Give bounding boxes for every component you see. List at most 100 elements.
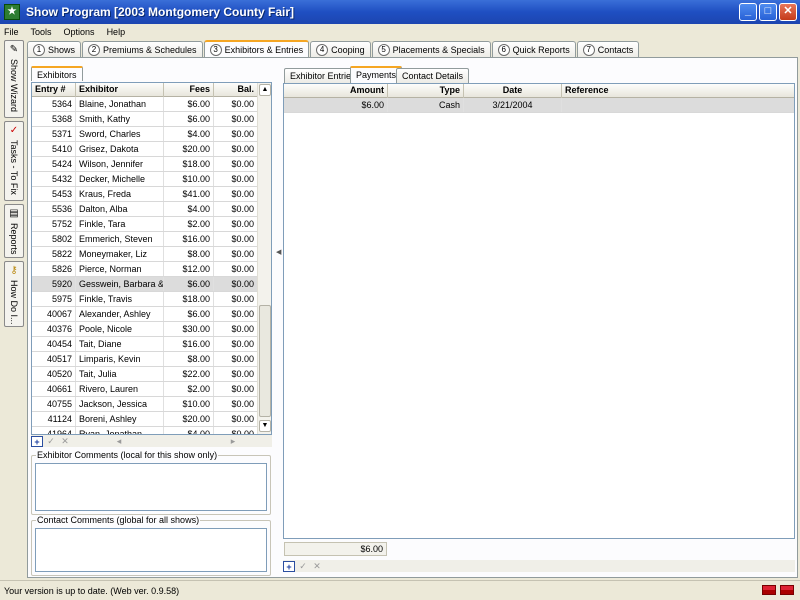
exhibitor-name: Gesswein, Barbara & G (76, 277, 164, 291)
tab-shows[interactable]: 1 Shows (27, 41, 82, 58)
tab-payments[interactable]: Payments (350, 66, 403, 83)
confirm-icon[interactable]: ✓ (45, 436, 57, 447)
exhibitor-row[interactable]: 5368 Smith, Kathy $6.00 $0.00 (32, 112, 258, 127)
menu-file[interactable]: File (4, 27, 19, 37)
exhibitor-row[interactable]: 5826 Pierce, Norman $12.00 $0.00 (32, 262, 258, 277)
cancel-payment-icon[interactable]: ✕ (311, 561, 323, 572)
entry-number: 5920 (32, 277, 76, 291)
exhibitor-row[interactable]: 41124 Boreni, Ashley $20.00 $0.00 (32, 412, 258, 427)
exhibitor-fees: $2.00 (164, 217, 214, 231)
exhibitor-row[interactable]: 40454 Tait, Diane $16.00 $0.00 (32, 337, 258, 352)
exhibitor-fees: $4.00 (164, 427, 214, 434)
exhibitor-row[interactable]: 5975 Finkle, Travis $18.00 $0.00 (32, 292, 258, 307)
tab-cooping[interactable]: 4 Cooping (310, 41, 371, 58)
scroll-right-icon[interactable]: ▸ (227, 436, 239, 447)
menu-options[interactable]: Options (64, 27, 95, 37)
exhibitor-name: Rivero, Lauren (76, 382, 164, 396)
contact-comments-input[interactable] (35, 528, 267, 572)
menu-tools[interactable]: Tools (31, 27, 52, 37)
exhibitor-balance: $0.00 (214, 247, 258, 261)
exhibitor-row[interactable]: 5371 Sword, Charles $4.00 $0.00 (32, 127, 258, 142)
exhibitor-comments-input[interactable] (35, 463, 267, 511)
confirm-payment-icon[interactable]: ✓ (297, 561, 309, 572)
entry-number: 5371 (32, 127, 76, 141)
exhibitor-row[interactable]: 41964 Ryan, Jonathan $4.00 $0.00 (32, 427, 258, 434)
exhibitor-row[interactable]: 5822 Moneymaker, Liz $8.00 $0.00 (32, 247, 258, 262)
scroll-thumb[interactable] (259, 305, 271, 417)
side-tool-reports[interactable]: ▤ Reports (4, 204, 24, 258)
exhibitor-row[interactable]: 40376 Poole, Nicole $30.00 $0.00 (32, 322, 258, 337)
exhibitor-name: Grisez, Dakota (76, 142, 164, 156)
exhibitor-name: Blaine, Jonathan (76, 97, 164, 111)
exhibitor-fees: $20.00 (164, 412, 214, 426)
exhibitor-row[interactable]: 5410 Grisez, Dakota $20.00 $0.00 (32, 142, 258, 157)
contact-comments-group: Contact Comments (global for all shows) (31, 515, 271, 576)
side-tool-how-do-i[interactable]: ⚷ How Do I... (4, 261, 24, 327)
tab-exhibitors-entries[interactable]: 3 Exhibitors & Entries (203, 40, 310, 58)
exhibitor-row[interactable]: 5364 Blaine, Jonathan $6.00 $0.00 (32, 97, 258, 112)
exhibitor-row[interactable]: 5920Gesswein, Barbara & G$6.00$0.00 (32, 277, 258, 292)
exhibitor-name: Finkle, Travis (76, 292, 164, 306)
exhibitor-row[interactable]: 5453 Kraus, Freda $41.00 $0.00 (32, 187, 258, 202)
add-payment-button[interactable]: + (283, 560, 295, 572)
entry-number: 5752 (32, 217, 76, 231)
exhibitor-balance: $0.00 (214, 262, 258, 276)
title-bar[interactable]: ★ Show Program [2003 Montgomery County F… (0, 0, 800, 24)
column-type[interactable]: Type (388, 84, 464, 98)
exhibitor-row[interactable]: 40520 Tait, Julia $22.00 $0.00 (32, 367, 258, 382)
column-entry[interactable]: Entry # (32, 83, 76, 97)
exhibitor-row[interactable]: 5424 Wilson, Jennifer $18.00 $0.00 (32, 157, 258, 172)
tab-placements-specials[interactable]: 5 Placements & Specials (371, 41, 491, 58)
payment-row[interactable]: $6.00 Cash 3/21/2004 (284, 98, 794, 113)
exhibitor-row[interactable]: 5536 Dalton, Alba $4.00 $0.00 (32, 202, 258, 217)
scroll-down-icon[interactable]: ▼ (259, 420, 271, 432)
exhibitor-balance: $0.00 (214, 397, 258, 411)
exhibitor-balance: $0.00 (214, 202, 258, 216)
exhibitor-fees: $2.00 (164, 382, 214, 396)
exhibitors-nav-bar: + ✓ ✕ ◂ ▸ (31, 435, 272, 447)
scroll-up-icon[interactable]: ▲ (259, 84, 271, 96)
collapse-arrow-icon[interactable]: ◀ (276, 248, 281, 256)
side-tool-show-wizard[interactable]: ✎ Show Wizard (4, 40, 24, 118)
maximize-button[interactable]: □ (759, 3, 777, 21)
exhibitors-grid: Entry # Exhibitor Fees Bal. 5364 Blaine, … (31, 82, 272, 435)
payments-total: $6.00 (284, 542, 387, 556)
scroll-left-icon[interactable]: ◂ (113, 436, 125, 447)
tab-exhibitors[interactable]: Exhibitors (31, 66, 83, 81)
exhibitor-row[interactable]: 40067 Alexander, Ashley $6.00 $0.00 (32, 307, 258, 322)
exhibitor-balance: $0.00 (214, 157, 258, 171)
column-reference[interactable]: Reference (562, 84, 794, 98)
tab-contact-details[interactable]: Contact Details (396, 68, 470, 83)
key-icon: ⚷ (10, 265, 18, 276)
panel-splitter[interactable]: ◀ (276, 58, 281, 577)
tab-quick-reports[interactable]: 6 Quick Reports (491, 41, 576, 58)
exhibitor-name: Limparis, Kevin (76, 352, 164, 366)
exhibitor-row[interactable]: 5752 Finkle, Tara $2.00 $0.00 (32, 217, 258, 232)
minimize-button[interactable]: _ (739, 3, 757, 21)
column-date[interactable]: Date (464, 84, 562, 98)
exhibitor-row[interactable]: 40661 Rivero, Lauren $2.00 $0.00 (32, 382, 258, 397)
side-tool-tasks[interactable]: ✓ Tasks - To Fix (4, 121, 24, 201)
column-amount[interactable]: Amount (284, 84, 388, 98)
column-exhibitor[interactable]: Exhibitor (76, 83, 164, 97)
exhibitor-fees: $16.00 (164, 337, 214, 351)
exhibitor-row[interactable]: 5802 Emmerich, Steven $16.00 $0.00 (32, 232, 258, 247)
exhibitors-scrollbar[interactable]: ▲ ▼ (257, 83, 271, 434)
column-balance[interactable]: Bal. (214, 83, 258, 97)
tab-premiums-schedules[interactable]: 2 Premiums & Schedules (82, 41, 203, 58)
tab-contacts[interactable]: 7 Contacts (576, 41, 640, 58)
status-text: Your version is up to date. (Web ver. 0.… (4, 585, 180, 596)
exhibitor-balance: $0.00 (214, 322, 258, 336)
menu-help[interactable]: Help (107, 27, 126, 37)
exhibitor-row[interactable]: 40517 Limparis, Kevin $8.00 $0.00 (32, 352, 258, 367)
ribbon-icon: ★ (4, 4, 20, 20)
exhibitor-row[interactable]: 5432 Decker, Michelle $10.00 $0.00 (32, 172, 258, 187)
exhibitor-balance: $0.00 (214, 127, 258, 141)
column-fees[interactable]: Fees (164, 83, 214, 97)
close-button[interactable]: ✕ (779, 3, 797, 21)
add-exhibitor-button[interactable]: + (31, 435, 43, 447)
exhibitor-fees: $8.00 (164, 247, 214, 261)
cancel-icon[interactable]: ✕ (59, 436, 71, 447)
exhibitor-row[interactable]: 40755 Jackson, Jessica $10.00 $0.00 (32, 397, 258, 412)
window-title: Show Program [2003 Montgomery County Fai… (26, 5, 295, 19)
